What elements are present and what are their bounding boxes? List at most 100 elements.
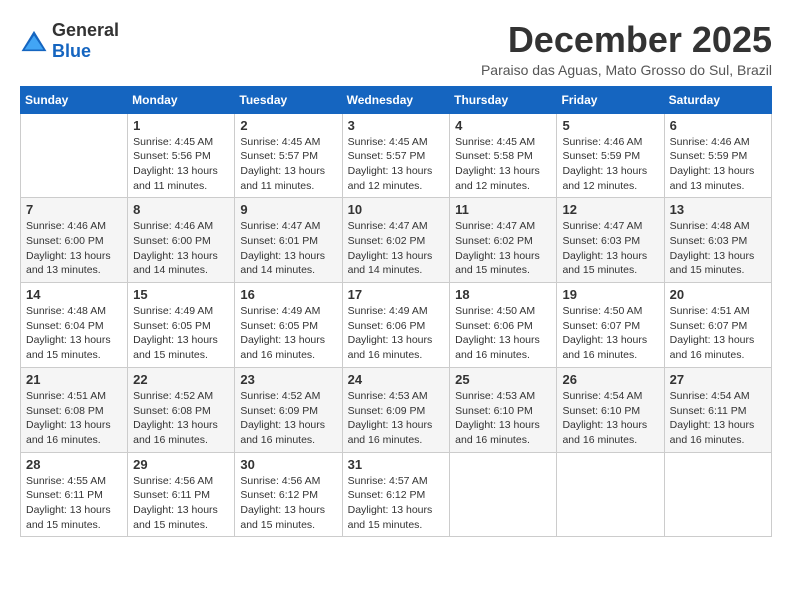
calendar-cell: 17 Sunrise: 4:49 AMSunset: 6:06 PMDayligh…: [342, 283, 450, 368]
day-detail: Sunrise: 4:53 AMSunset: 6:10 PMDaylight:…: [455, 389, 551, 448]
day-of-week-header: Saturday: [664, 86, 771, 113]
day-detail: Sunrise: 4:54 AMSunset: 6:10 PMDaylight:…: [562, 389, 658, 448]
day-detail: Sunrise: 4:45 AMSunset: 5:58 PMDaylight:…: [455, 135, 551, 194]
day-number: 19: [562, 287, 658, 302]
title-block: December 2025 Paraiso das Aguas, Mato Gr…: [481, 20, 772, 78]
calendar-cell: 10 Sunrise: 4:47 AMSunset: 6:02 PMDayligh…: [342, 198, 450, 283]
day-number: 4: [455, 118, 551, 133]
calendar-week-row: 28 Sunrise: 4:55 AMSunset: 6:11 PMDayligh…: [21, 452, 772, 537]
day-number: 25: [455, 372, 551, 387]
calendar-cell: 11Sunrise: 4:47 AMSunset: 6:02 PMDayligh…: [450, 198, 557, 283]
day-number: 21: [26, 372, 122, 387]
calendar-cell: 23 Sunrise: 4:52 AMSunset: 6:09 PMDayligh…: [235, 367, 342, 452]
day-detail: Sunrise: 4:45 AMSunset: 5:56 PMDaylight:…: [133, 135, 229, 194]
day-detail: Sunrise: 4:45 AMSunset: 5:57 PMDaylight:…: [348, 135, 445, 194]
day-number: 24: [348, 372, 445, 387]
day-detail: Sunrise: 4:48 AMSunset: 6:03 PMDaylight:…: [670, 219, 766, 278]
location-subtitle: Paraiso das Aguas, Mato Grosso do Sul, B…: [481, 62, 772, 78]
day-number: 5: [562, 118, 658, 133]
day-number: 17: [348, 287, 445, 302]
day-detail: Sunrise: 4:52 AMSunset: 6:09 PMDaylight:…: [240, 389, 336, 448]
calendar-week-row: 7 Sunrise: 4:46 AMSunset: 6:00 PMDaylight…: [21, 198, 772, 283]
day-detail: Sunrise: 4:51 AMSunset: 6:07 PMDaylight:…: [670, 304, 766, 363]
day-detail: Sunrise: 4:46 AMSunset: 6:00 PMDaylight:…: [133, 219, 229, 278]
calendar-cell: 24 Sunrise: 4:53 AMSunset: 6:09 PMDayligh…: [342, 367, 450, 452]
day-detail: Sunrise: 4:56 AMSunset: 6:11 PMDaylight:…: [133, 474, 229, 533]
day-number: 15: [133, 287, 229, 302]
day-number: 31: [348, 457, 445, 472]
day-number: 23: [240, 372, 336, 387]
calendar-cell: 15Sunrise: 4:49 AMSunset: 6:05 PMDayligh…: [128, 283, 235, 368]
day-number: 7: [26, 202, 122, 217]
day-detail: Sunrise: 4:47 AMSunset: 6:02 PMDaylight:…: [348, 219, 445, 278]
day-detail: Sunrise: 4:56 AMSunset: 6:12 PMDaylight:…: [240, 474, 336, 533]
day-detail: Sunrise: 4:45 AMSunset: 5:57 PMDaylight:…: [240, 135, 336, 194]
day-number: 16: [240, 287, 336, 302]
day-number: 12: [562, 202, 658, 217]
calendar-cell: 5 Sunrise: 4:46 AMSunset: 5:59 PMDaylight…: [557, 113, 664, 198]
day-detail: Sunrise: 4:49 AMSunset: 6:05 PMDaylight:…: [240, 304, 336, 363]
day-number: 6: [670, 118, 766, 133]
calendar-cell: 9Sunrise: 4:47 AMSunset: 6:01 PMDaylight…: [235, 198, 342, 283]
calendar-cell: 26Sunrise: 4:54 AMSunset: 6:10 PMDayligh…: [557, 367, 664, 452]
calendar-cell: [450, 452, 557, 537]
day-detail: Sunrise: 4:55 AMSunset: 6:11 PMDaylight:…: [26, 474, 122, 533]
calendar-cell: 20 Sunrise: 4:51 AMSunset: 6:07 PMDayligh…: [664, 283, 771, 368]
calendar-table: SundayMondayTuesdayWednesdayThursdayFrid…: [20, 86, 772, 538]
day-detail: Sunrise: 4:46 AMSunset: 5:59 PMDaylight:…: [670, 135, 766, 194]
day-of-week-header: Tuesday: [235, 86, 342, 113]
day-number: 29: [133, 457, 229, 472]
calendar-week-row: 21 Sunrise: 4:51 AMSunset: 6:08 PMDayligh…: [21, 367, 772, 452]
day-of-week-header: Friday: [557, 86, 664, 113]
day-detail: Sunrise: 4:46 AMSunset: 5:59 PMDaylight:…: [562, 135, 658, 194]
calendar-cell: 1 Sunrise: 4:45 AMSunset: 5:56 PMDaylight…: [128, 113, 235, 198]
calendar-cell: 27 Sunrise: 4:54 AMSunset: 6:11 PMDayligh…: [664, 367, 771, 452]
day-number: 27: [670, 372, 766, 387]
day-detail: Sunrise: 4:53 AMSunset: 6:09 PMDaylight:…: [348, 389, 445, 448]
calendar-cell: 29 Sunrise: 4:56 AMSunset: 6:11 PMDayligh…: [128, 452, 235, 537]
calendar-week-row: 14Sunrise: 4:48 AMSunset: 6:04 PMDayligh…: [21, 283, 772, 368]
calendar-cell: [21, 113, 128, 198]
day-detail: Sunrise: 4:52 AMSunset: 6:08 PMDaylight:…: [133, 389, 229, 448]
calendar-cell: 12 Sunrise: 4:47 AMSunset: 6:03 PMDayligh…: [557, 198, 664, 283]
day-of-week-header: Monday: [128, 86, 235, 113]
calendar-cell: 16 Sunrise: 4:49 AMSunset: 6:05 PMDayligh…: [235, 283, 342, 368]
day-number: 18: [455, 287, 551, 302]
day-number: 30: [240, 457, 336, 472]
day-number: 14: [26, 287, 122, 302]
day-number: 10: [348, 202, 445, 217]
day-number: 13: [670, 202, 766, 217]
day-of-week-header: Sunday: [21, 86, 128, 113]
calendar-cell: 25 Sunrise: 4:53 AMSunset: 6:10 PMDayligh…: [450, 367, 557, 452]
calendar-cell: 30 Sunrise: 4:56 AMSunset: 6:12 PMDayligh…: [235, 452, 342, 537]
calendar-cell: 28 Sunrise: 4:55 AMSunset: 6:11 PMDayligh…: [21, 452, 128, 537]
general-blue-icon: [20, 29, 48, 53]
calendar-cell: 4 Sunrise: 4:45 AMSunset: 5:58 PMDaylight…: [450, 113, 557, 198]
calendar-cell: 7 Sunrise: 4:46 AMSunset: 6:00 PMDaylight…: [21, 198, 128, 283]
calendar-cell: [557, 452, 664, 537]
day-detail: Sunrise: 4:49 AMSunset: 6:06 PMDaylight:…: [348, 304, 445, 363]
calendar-week-row: 1 Sunrise: 4:45 AMSunset: 5:56 PMDaylight…: [21, 113, 772, 198]
day-number: 22: [133, 372, 229, 387]
logo: General Blue: [20, 20, 119, 62]
calendar-cell: 2Sunrise: 4:45 AMSunset: 5:57 PMDaylight…: [235, 113, 342, 198]
day-detail: Sunrise: 4:57 AMSunset: 6:12 PMDaylight:…: [348, 474, 445, 533]
day-detail: Sunrise: 4:47 AMSunset: 6:03 PMDaylight:…: [562, 219, 658, 278]
calendar-cell: 22 Sunrise: 4:52 AMSunset: 6:08 PMDayligh…: [128, 367, 235, 452]
day-of-week-header: Thursday: [450, 86, 557, 113]
calendar-cell: 3Sunrise: 4:45 AMSunset: 5:57 PMDaylight…: [342, 113, 450, 198]
day-number: 20: [670, 287, 766, 302]
day-detail: Sunrise: 4:54 AMSunset: 6:11 PMDaylight:…: [670, 389, 766, 448]
logo-general-text: General: [52, 20, 119, 40]
day-number: 1: [133, 118, 229, 133]
calendar-cell: 31 Sunrise: 4:57 AMSunset: 6:12 PMDayligh…: [342, 452, 450, 537]
day-detail: Sunrise: 4:46 AMSunset: 6:00 PMDaylight:…: [26, 219, 122, 278]
calendar-cell: 21 Sunrise: 4:51 AMSunset: 6:08 PMDayligh…: [21, 367, 128, 452]
day-detail: Sunrise: 4:50 AMSunset: 6:07 PMDaylight:…: [562, 304, 658, 363]
calendar-header-row: SundayMondayTuesdayWednesdayThursdayFrid…: [21, 86, 772, 113]
calendar-cell: 14Sunrise: 4:48 AMSunset: 6:04 PMDayligh…: [21, 283, 128, 368]
month-year-title: December 2025: [481, 20, 772, 60]
day-number: 28: [26, 457, 122, 472]
day-detail: Sunrise: 4:51 AMSunset: 6:08 PMDaylight:…: [26, 389, 122, 448]
day-of-week-header: Wednesday: [342, 86, 450, 113]
